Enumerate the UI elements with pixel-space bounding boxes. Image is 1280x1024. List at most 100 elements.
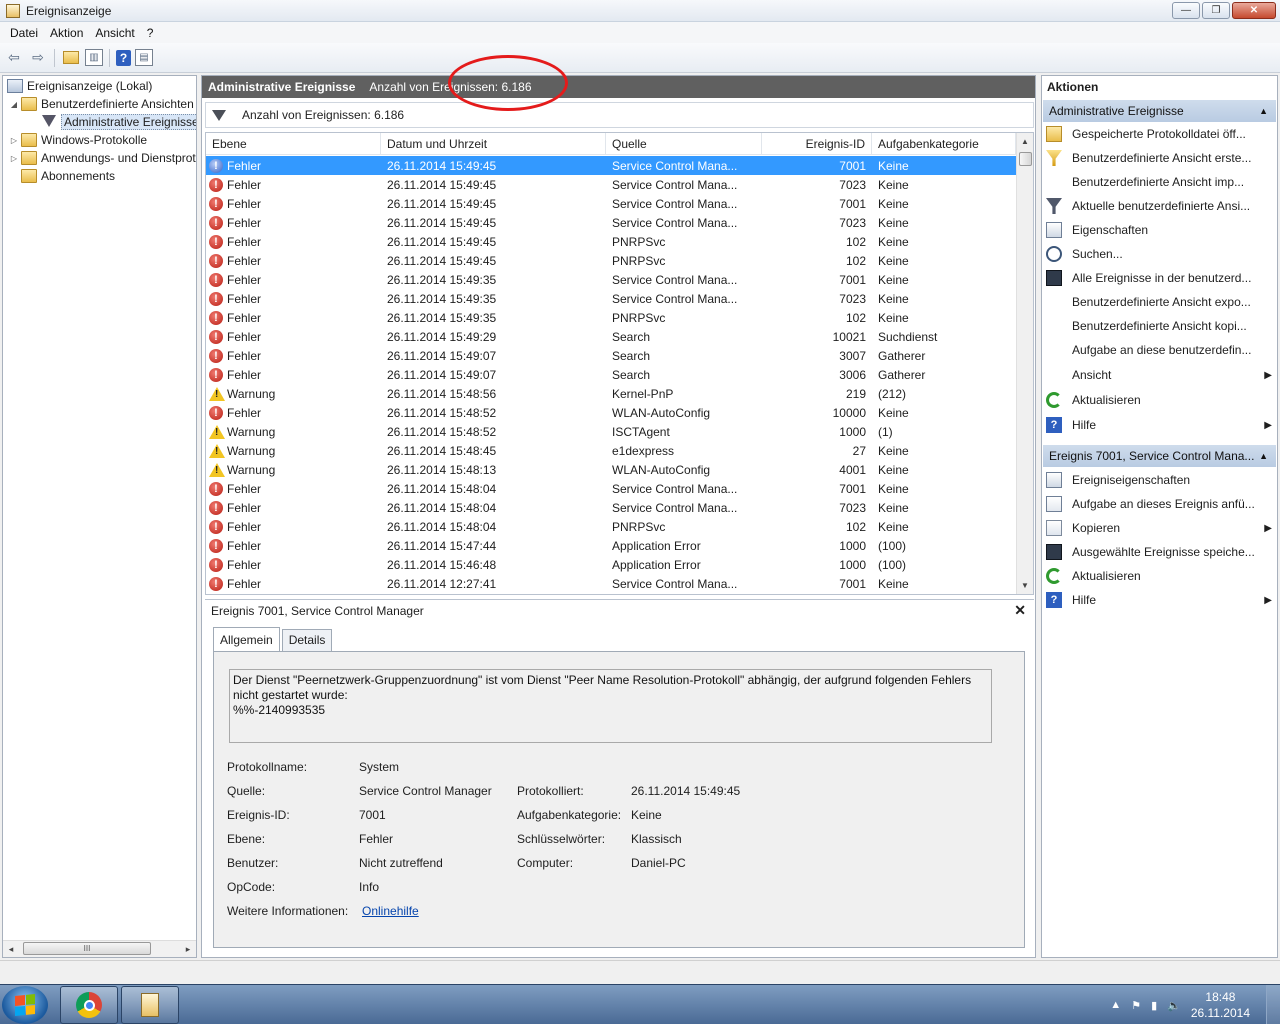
table-row[interactable]: Warnung 26.11.2014 15:48:45 e1dexpress 27 Ke…	[206, 441, 1016, 460]
action-item[interactable]: Aktualisieren	[1046, 389, 1274, 411]
scroll-left-icon[interactable]: ◂	[3, 944, 19, 955]
table-row[interactable]: ! Fehler 26.11.2014 15:47:44 Application Er…	[206, 536, 1016, 555]
online-help-link[interactable]: Onlinehilfe	[362, 904, 419, 918]
show-hidden-icons-icon[interactable]: ▲	[1110, 999, 1121, 1011]
table-row[interactable]: ! Fehler 26.11.2014 15:48:04 PNRPSvc 102 Kein…	[206, 517, 1016, 536]
tab-details[interactable]: Details	[281, 629, 333, 651]
tree-item-app-service-logs[interactable]: ▷ Anwendungs- und Dienstprotokolle	[9, 149, 196, 167]
table-row[interactable]: ! Fehler 26.11.2014 15:49:45 Service Contro…	[206, 175, 1016, 194]
clock[interactable]: 18:48 26.11.2014	[1191, 989, 1250, 1021]
table-row[interactable]: ! Fehler 26.11.2014 15:49:45 Service Contro…	[206, 213, 1016, 232]
column-header-source[interactable]: Quelle	[606, 133, 762, 155]
table-row[interactable]: ! Fehler 26.11.2014 15:49:35 Service Contro…	[206, 289, 1016, 308]
action-item[interactable]: Kopieren ▶	[1046, 517, 1274, 539]
table-row[interactable]: ! Fehler 26.11.2014 15:48:52 WLAN-AutoConfi…	[206, 403, 1016, 422]
event-viewer-app-icon[interactable]	[6, 3, 20, 18]
action-item[interactable]: ? Hilfe ▶	[1046, 589, 1274, 611]
action-item[interactable]: Aufgabe an dieses Ereignis anfü...	[1046, 493, 1274, 515]
table-row[interactable]: ! Fehler 26.11.2014 15:48:04 Service Contro…	[206, 479, 1016, 498]
scroll-thumb[interactable]: III	[23, 942, 151, 955]
table-row[interactable]: ! Fehler 26.11.2014 15:49:07 Search 3007 Gath…	[206, 346, 1016, 365]
table-row[interactable]: ! Fehler 26.11.2014 15:49:29 Search 10021 Suc…	[206, 327, 1016, 346]
collapse-caret-icon[interactable]: ▲	[1259, 106, 1268, 116]
column-header-event-id[interactable]: Ereignis-ID	[762, 133, 872, 155]
column-header-level[interactable]: Ebene	[206, 133, 381, 155]
table-row[interactable]: ! Fehler 26.11.2014 15:49:45 Service Contro…	[206, 156, 1016, 175]
table-row[interactable]: Warnung 26.11.2014 15:48:52 ISCTAgent 1000 (…	[206, 422, 1016, 441]
tree-item-root[interactable]: Ereignisanzeige (Lokal)	[7, 77, 152, 95]
forward-icon[interactable]: ⇨	[28, 48, 48, 68]
action-item[interactable]: Eigenschaften	[1046, 219, 1274, 241]
tree-item-windows-logs[interactable]: ▷ Windows-Protokolle	[9, 131, 147, 149]
close-button[interactable]: ✕	[1232, 2, 1276, 19]
column-header-task-category[interactable]: Aufgabenkategorie	[872, 133, 1016, 155]
action-item[interactable]: Ausgewählte Ereignisse speiche...	[1046, 541, 1274, 563]
menu-datei[interactable]: Datei	[4, 26, 44, 40]
action-item[interactable]: Gespeicherte Protokolldatei öff...	[1046, 123, 1274, 145]
table-row[interactable]: ! Fehler 26.11.2014 15:46:48 Application Er…	[206, 555, 1016, 574]
level-text: Warnung	[227, 462, 276, 477]
table-row[interactable]: ! Fehler 26.11.2014 15:48:04 Service Contro…	[206, 498, 1016, 517]
details-close-icon[interactable]: ✕	[1014, 602, 1026, 619]
taskbar-event-viewer[interactable]	[121, 986, 179, 1024]
help-icon[interactable]: ?	[116, 49, 131, 66]
action-item[interactable]: Suchen...	[1046, 243, 1274, 265]
tree-item-admin-events[interactable]: Administrative Ereignisse	[41, 113, 196, 131]
tree-horizontal-scrollbar[interactable]: ◂ III ▸	[3, 940, 196, 957]
table-row[interactable]: ! Fehler 26.11.2014 15:49:45 PNRPSvc 102 Kein…	[206, 251, 1016, 270]
tab-general[interactable]: Allgemein	[213, 627, 280, 651]
action-item[interactable]: Benutzerdefinierte Ansicht imp...	[1046, 171, 1274, 193]
menu-ansicht[interactable]: Ansicht	[89, 26, 140, 40]
show-hide-tree-icon[interactable]: ▥	[85, 49, 103, 66]
expand-icon[interactable]: ▷	[9, 136, 19, 145]
scroll-thumb[interactable]	[1019, 152, 1032, 166]
table-row[interactable]: Warnung 26.11.2014 15:48:13 WLAN-AutoConfi…	[206, 460, 1016, 479]
table-row[interactable]: ! Fehler 26.11.2014 15:49:35 Service Contro…	[206, 270, 1016, 289]
column-header-date[interactable]: Datum und Uhrzeit	[381, 133, 606, 155]
table-row[interactable]: ! Fehler 26.11.2014 15:49:45 Service Contro…	[206, 194, 1016, 213]
tree-item-custom-views[interactable]: ◢ Benutzerdefinierte Ansichten	[9, 95, 194, 113]
table-vertical-scrollbar[interactable]: ▲ ▼	[1016, 133, 1033, 594]
scroll-up-icon[interactable]: ▲	[1017, 133, 1033, 150]
action-item[interactable]: Ereigniseigenschaften	[1046, 469, 1274, 491]
expand-icon[interactable]: ▷	[9, 154, 19, 163]
collapse-icon[interactable]: ◢	[9, 100, 19, 109]
network-icon[interactable]: ▮	[1151, 999, 1157, 1012]
action-item[interactable]: Aufgabe an diese benutzerdefin...	[1046, 339, 1274, 361]
scroll-down-icon[interactable]: ▼	[1017, 577, 1033, 594]
action-item[interactable]: Benutzerdefinierte Ansicht expo...	[1046, 291, 1274, 313]
menu-help[interactable]: ?	[141, 26, 160, 40]
action-item[interactable]: ? Hilfe ▶	[1046, 414, 1274, 436]
show-desktop-button[interactable]	[1266, 985, 1280, 1024]
actions-section-event[interactable]: Ereignis 7001, Service Control Mana... ▲	[1043, 445, 1276, 467]
action-item[interactable]: Ansicht ▶	[1046, 364, 1274, 386]
action-center-flag-icon[interactable]: ⚑	[1131, 999, 1141, 1012]
maximize-button[interactable]: ❐	[1202, 2, 1230, 19]
table-row[interactable]: ! Fehler 26.11.2014 12:27:41 Service Contro…	[206, 574, 1016, 593]
action-item[interactable]: Benutzerdefinierte Ansicht kopi...	[1046, 315, 1274, 337]
action-item[interactable]: Alle Ereignisse in der benutzerd...	[1046, 267, 1274, 289]
table-row[interactable]: ! Fehler 26.11.2014 15:49:07 Search 3006 Gath…	[206, 365, 1016, 384]
actions-section-view[interactable]: Administrative Ereignisse ▲	[1043, 100, 1276, 122]
cell-source: Service Control Mana...	[612, 291, 738, 306]
volume-icon[interactable]: 🔈	[1167, 999, 1181, 1012]
action-item[interactable]: Aktualisieren	[1046, 565, 1274, 587]
tree-item-subscriptions[interactable]: Abonnements	[21, 167, 115, 185]
action-item[interactable]: Aktuelle benutzerdefinierte Ansi...	[1046, 195, 1274, 217]
cell-task-category: Keine	[878, 462, 909, 477]
menu-aktion[interactable]: Aktion	[44, 26, 89, 40]
action-item[interactable]: Benutzerdefinierte Ansicht erste...	[1046, 147, 1274, 169]
minimize-button[interactable]: —	[1172, 2, 1200, 19]
show-hide-action-pane-icon[interactable]: ▤	[135, 49, 153, 66]
error-icon: !	[209, 519, 223, 534]
table-row[interactable]: ! Fehler 26.11.2014 15:49:45 PNRPSvc 102 Kein…	[206, 232, 1016, 251]
taskbar-chrome[interactable]	[60, 986, 118, 1024]
event-message[interactable]: Der Dienst "Peernetzwerk-Gruppenzuordnun…	[229, 669, 992, 743]
collapse-caret-icon[interactable]: ▲	[1259, 451, 1268, 461]
table-row[interactable]: ! Fehler 26.11.2014 15:49:35 PNRPSvc 102 Kein…	[206, 308, 1016, 327]
start-button[interactable]	[2, 986, 48, 1024]
table-row[interactable]: Warnung 26.11.2014 15:48:56 Kernel-PnP 219 (…	[206, 384, 1016, 403]
back-icon[interactable]: ⇦	[4, 48, 24, 68]
scroll-right-icon[interactable]: ▸	[180, 944, 196, 955]
up-folder-icon[interactable]	[61, 48, 81, 68]
